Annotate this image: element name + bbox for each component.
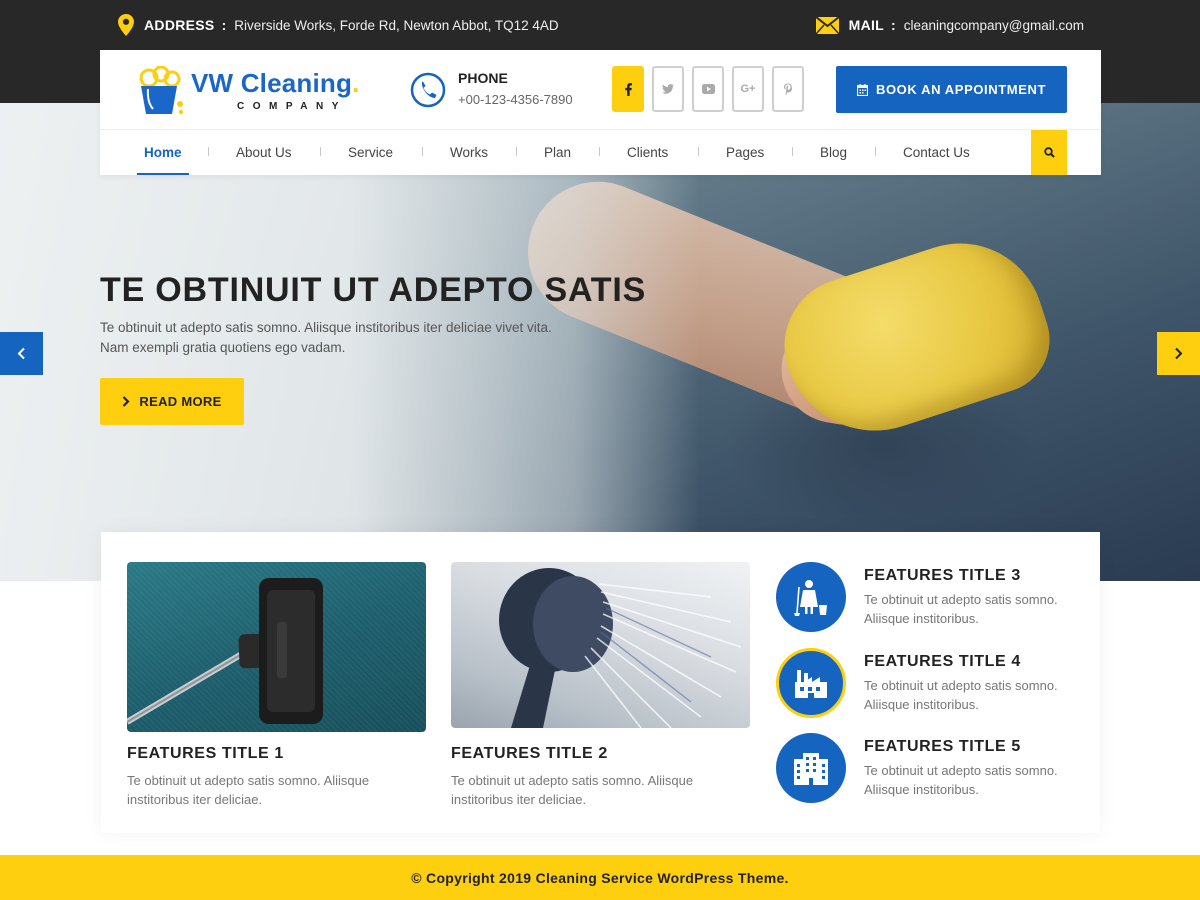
facebook-icon [624,82,632,96]
nav-separator [208,147,209,156]
logo-subtitle: COMPANY [237,101,347,112]
calendar-icon [856,83,868,96]
address-separator: : [221,17,227,33]
nav-item-contact-us[interactable]: Contact Us [903,130,970,175]
twitter-button[interactable] [652,66,684,112]
hero-text: Te obtinuit ut adepto satis somno. Aliis… [100,318,620,358]
mail-label: MAIL [848,17,885,33]
footer: © Copyright 2019 Cleaning Service WordPr… [0,855,1200,900]
nav-separator [422,147,423,156]
hero-title: TE OBTINUIT UT ADEPTO SATIS [100,271,647,309]
feature-2-title[interactable]: FEATURES TITLE 2 [451,745,608,763]
feature-1-image[interactable] [127,562,426,732]
google-plus-button[interactable]: G+ [732,66,764,112]
nav-item-home[interactable]: Home [144,130,182,175]
envelope-icon [815,16,839,34]
feature-4-title[interactable]: FEATURES TITLE 4 [864,653,1021,671]
nav-separator [599,147,600,156]
logo-dot: . [352,68,360,98]
feature-5-title[interactable]: FEATURES TITLE 5 [864,738,1021,756]
nav-item-pages[interactable]: Pages [726,130,764,175]
chevron-right-icon [123,396,130,407]
google-plus-icon: G+ [740,83,756,95]
youtube-button[interactable] [692,66,724,112]
features-section: FEATURES TITLE 1 Te obtinuit ut adepto s… [101,532,1100,833]
search-button[interactable] [1031,130,1067,175]
feature-1-title[interactable]: FEATURES TITLE 1 [127,745,284,763]
header-card: VW Cleaning. COMPANY PHONE +00-123-4356-… [100,50,1101,175]
copyright-text: © Copyright 2019 Cleaning Service WordPr… [411,869,789,886]
nav-item-about-us[interactable]: About Us [236,130,292,175]
factory-icon [795,670,827,698]
vacuum-cleaner-illustration [127,578,323,725]
mail-separator: : [891,17,896,33]
feature-3-title[interactable]: FEATURES TITLE 3 [864,567,1021,585]
nav-item-blog[interactable]: Blog [820,130,847,175]
feature-2-image[interactable] [451,562,750,728]
pinterest-icon [784,83,792,95]
bucket-logo-icon [139,66,184,115]
book-appointment-label: BOOK AN APPOINTMENT [875,82,1047,97]
feature-4-description: Te obtinuit ut adepto satis somno. Aliis… [864,678,1058,712]
nav-separator [320,147,321,156]
maid-icon [794,580,827,616]
phone-label: PHONE [458,70,508,86]
phone-value[interactable]: +00-123-4356-7890 [458,92,573,107]
search-icon [1043,147,1055,158]
read-more-label: READ MORE [139,394,222,409]
nav-separator [792,147,793,156]
address-label: ADDRESS [144,17,215,33]
address-block: ADDRESS : Riverside Works, Forde Rd, New… [118,14,559,36]
mail-value[interactable]: cleaningcompany@gmail.com [904,18,1084,33]
feature-2-description: Te obtinuit ut adepto satis somno. Aliis… [451,773,694,807]
facebook-button[interactable] [612,66,644,112]
address-value: Riverside Works, Forde Rd, Newton Abbot,… [234,17,559,33]
nav-separator [516,147,517,156]
phone-icon [410,72,446,108]
pinterest-button[interactable] [772,66,804,112]
feature-5-badge [776,733,846,803]
slider-prev-button[interactable] [0,332,43,375]
hero-text-line-1: Te obtinuit ut adepto satis somno. Aliis… [100,320,552,335]
twitter-icon [662,84,674,94]
nav-item-works[interactable]: Works [450,130,488,175]
book-appointment-button[interactable]: BOOK AN APPOINTMENT [836,66,1067,113]
logo-title-text: VW Cleaning [191,68,353,98]
feature-1-description: Te obtinuit ut adepto satis somno. Aliis… [127,773,370,807]
slider-next-button[interactable] [1157,332,1200,375]
building-icon [794,753,828,785]
nav-item-plan[interactable]: Plan [544,130,571,175]
logo-title: VW Cleaning. [191,68,360,99]
nav-active-underline [137,173,189,175]
feature-5-description: Te obtinuit ut adepto satis somno. Aliis… [864,763,1058,797]
site-logo[interactable]: VW Cleaning. COMPANY [135,66,375,120]
hero-text-line-2: Nam exempli gratia quotiens ego vadam. [100,340,346,355]
location-pin-icon [118,14,134,36]
main-nav: Home About Us Service Works Plan Clients… [100,130,1101,175]
hero-image-sponge [766,221,1064,455]
nav-item-clients[interactable]: Clients [627,130,668,175]
nav-item-service[interactable]: Service [348,130,393,175]
nav-separator [698,147,699,156]
feature-3-badge [776,562,846,632]
feature-4-badge [776,648,846,718]
youtube-icon [701,84,715,94]
shower-head-illustration [499,568,742,728]
feature-3-description: Te obtinuit ut adepto satis somno. Aliis… [864,592,1058,626]
nav-separator [875,147,876,156]
feature-4-badge-inner [782,654,840,712]
chevron-left-icon [17,347,25,360]
read-more-button[interactable]: READ MORE [100,378,244,425]
social-links: G+ [612,66,804,112]
chevron-right-icon [1175,347,1183,360]
mail-block: MAIL : cleaningcompany@gmail.com [815,14,1084,36]
